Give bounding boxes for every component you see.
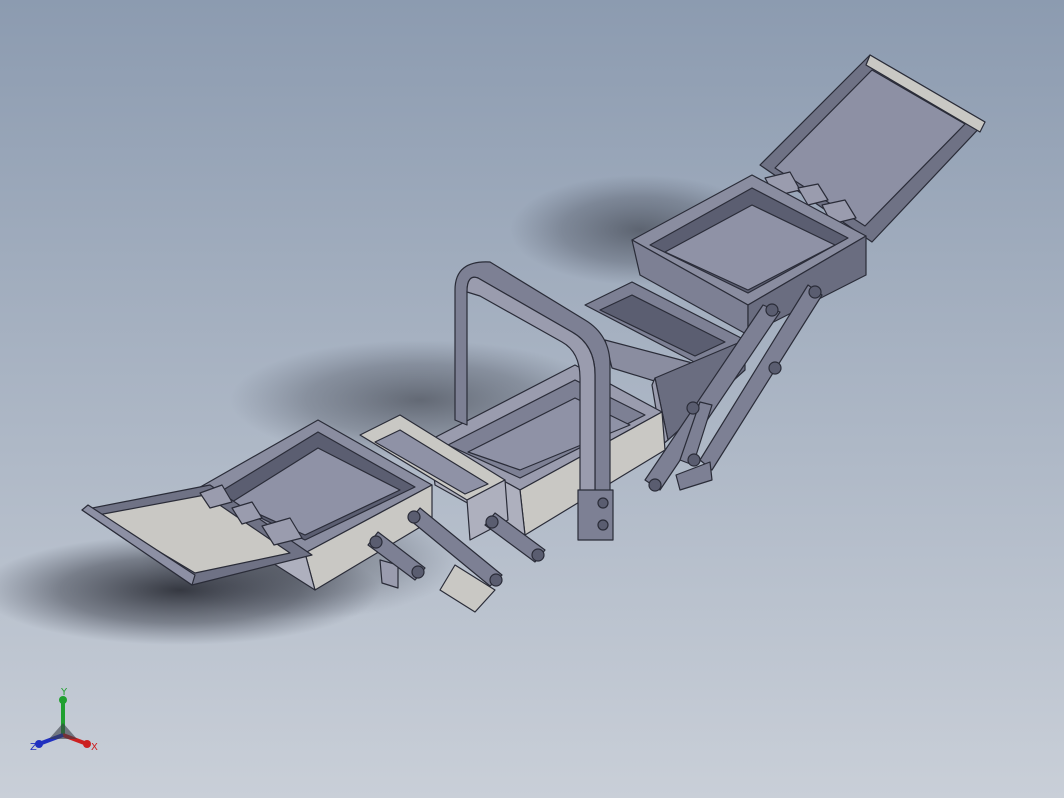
y-axis-label: Y bbox=[60, 687, 68, 698]
z-axis-label: Z bbox=[30, 742, 37, 753]
cantilever-toolbox-model[interactable]: Y X Z bbox=[0, 0, 1064, 798]
x-axis-label: X bbox=[91, 742, 98, 753]
cad-viewport[interactable]: Y X Z bbox=[0, 0, 1064, 798]
